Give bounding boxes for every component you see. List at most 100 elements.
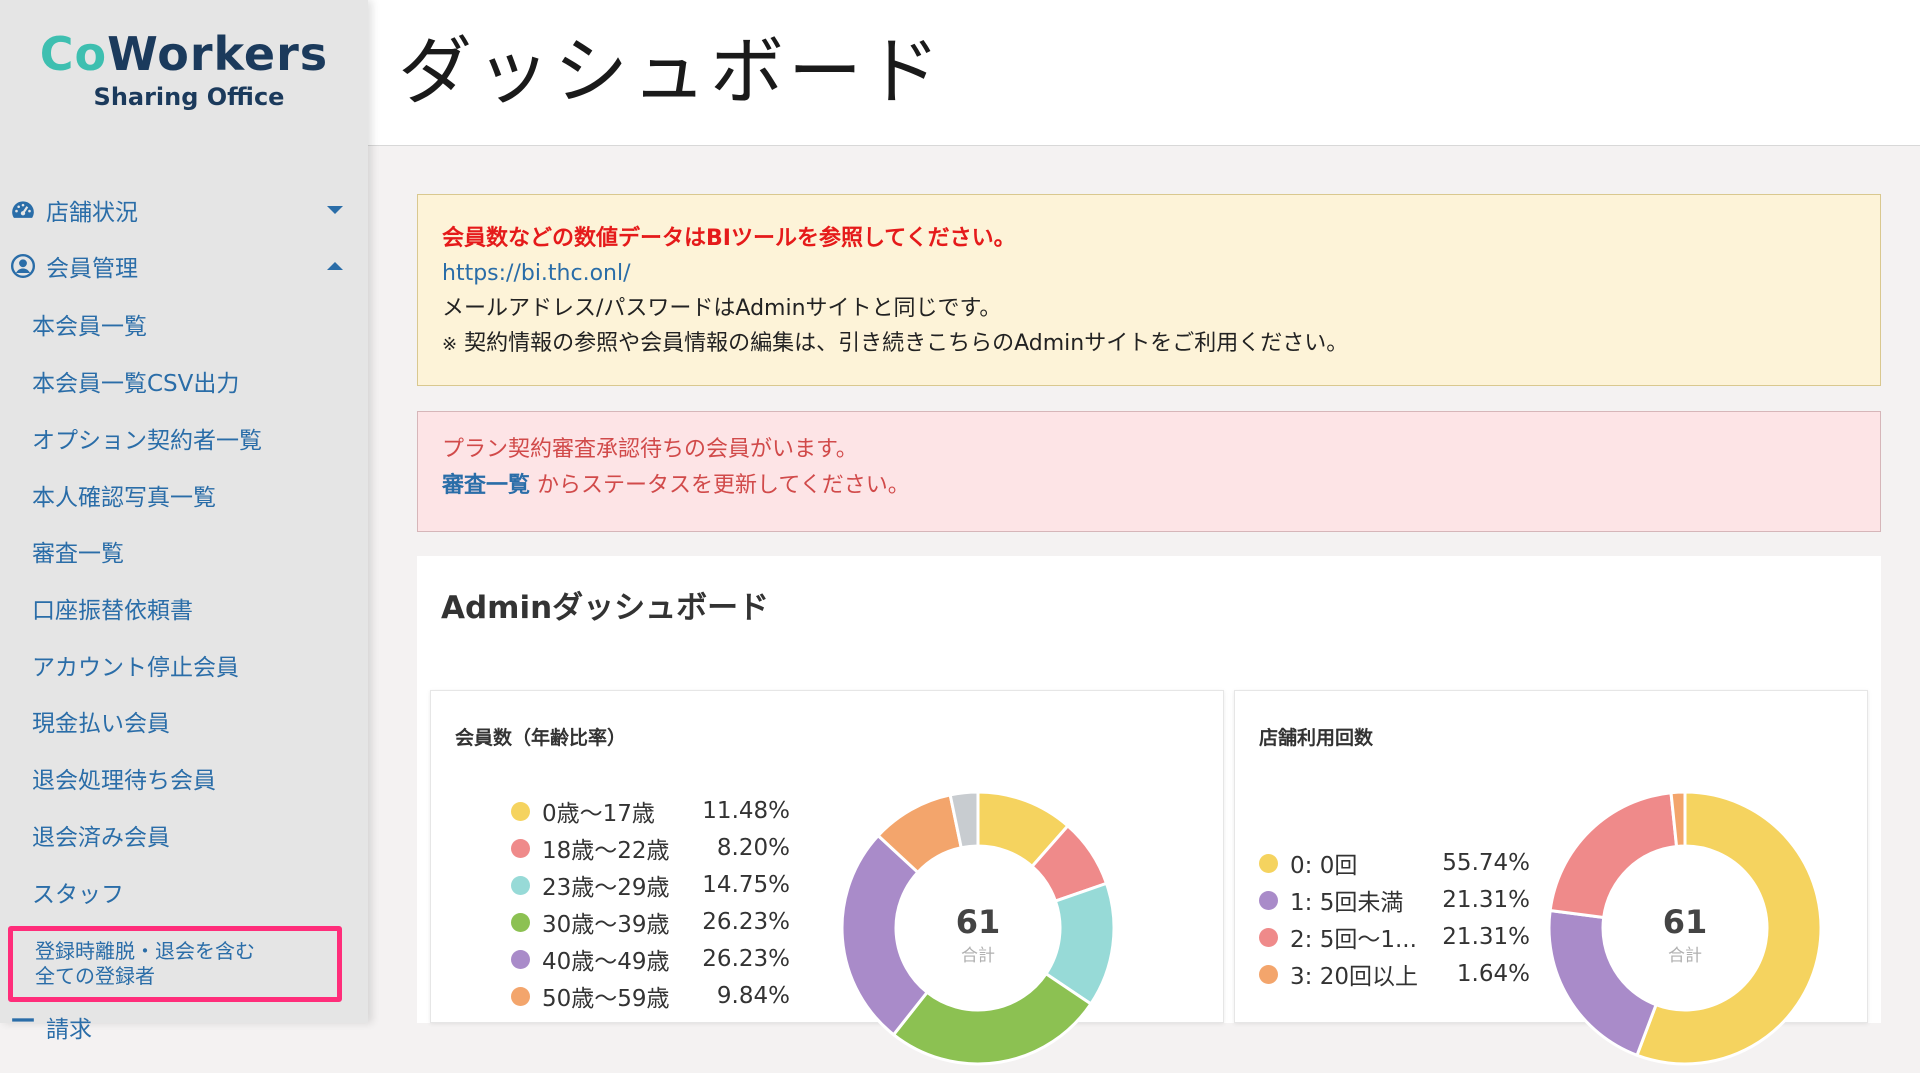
sidebar: CoWorkers Sharing Office 店舗状況 会員管理 本会員一覧… (0, 0, 368, 1043)
legend-item[interactable]: 18歳〜22歳 8.20% (511, 831, 790, 865)
sidebar-item-option-contracts[interactable]: オプション契約者一覧 (32, 416, 262, 460)
legend-percent: 1.64% (1456, 961, 1530, 987)
caret-up-icon (327, 262, 343, 270)
admin-dashboard-title: Adminダッシュボード (441, 590, 770, 626)
legend-item[interactable]: 2: 5回〜1... 21.31% (1259, 920, 1530, 954)
sidebar-item-label: 現金払い会員 (32, 711, 170, 737)
legend-swatch (511, 912, 530, 932)
legend-label: 30歳〜39歳 (542, 912, 670, 938)
legend-item[interactable]: 0歳〜17歳 11.48% (511, 794, 790, 828)
alert-line: 契約情報の参照や会員情報の編集は、引き続きこちらのAdminサイトをご利用くださ… (464, 331, 1349, 356)
user-circle-icon (10, 253, 36, 279)
legend-item[interactable]: 50歳〜59歳 9.84% (511, 979, 790, 1013)
legend-percent: 14.75% (702, 872, 790, 898)
legend-swatch (511, 801, 530, 821)
legend-label: 1: 5回未満 (1290, 890, 1404, 916)
donut-total-label: 合計 (1668, 946, 1702, 966)
gauge-icon (12, 201, 34, 218)
sidebar-item-label: 退会済み会員 (32, 825, 170, 851)
donut-total-label: 合計 (961, 946, 995, 966)
sidebar-item-id-photos[interactable]: 本人確認写真一覧 (32, 473, 216, 517)
sidebar-item-bank-transfer[interactable]: 口座振替依頼書 (32, 586, 193, 630)
legend-item[interactable]: 23歳〜29歳 14.75% (511, 868, 790, 902)
sidebar-item-label: スタッフ (32, 882, 124, 908)
legend-percent: 8.20% (716, 835, 790, 861)
note-mark: ※ (442, 334, 458, 355)
legend-label: 0: 0回 (1290, 853, 1358, 879)
alert-line: からステータスを更新してください。 (537, 473, 910, 498)
sidebar-item-label: 退会処理待ち会員 (32, 768, 216, 794)
card-title: 会員数（年齢比率） (455, 727, 627, 749)
legend-label: 50歳〜59歳 (542, 986, 670, 1012)
sidebar-item-label: 審査一覧 (32, 541, 124, 567)
sidebar-item-all-registrants[interactable]: 登録時離脱・退会を含む 全ての登録者 (8, 926, 342, 1002)
donut-total-value: 61 (1663, 903, 1708, 941)
sidebar-section-store-status[interactable]: 店舗状況 (0, 182, 368, 238)
review-pending-alert: プラン契約審査承認待ちの会員がいます。 審査一覧 からステータスを更新してくださ… (417, 411, 1881, 532)
sidebar-item-label-line2: 全ての登録者 (35, 964, 155, 988)
legend-item[interactable]: 1: 5回未満 21.31% (1259, 883, 1530, 917)
donut-total-value: 61 (956, 903, 1001, 941)
store-usage-card: 店舗利用回数 0: 0回 55.74% 1: 5回未満 21.31% 2: 5回… (1234, 690, 1868, 1066)
alert-headline: 会員数などの数値データはBIツールを参照してください。 (442, 226, 1016, 251)
legend-percent: 26.23% (702, 909, 790, 935)
sidebar-item-reviews[interactable]: 審査一覧 (32, 529, 124, 573)
legend-swatch (1259, 964, 1278, 984)
legend-percent: 55.74% (1442, 850, 1530, 876)
legend-item[interactable]: 30歳〜39歳 26.23% (511, 905, 790, 939)
admin-dashboard-panel: Adminダッシュボード 会員数（年齢比率） 0歳〜17歳 11.48% 18歳… (417, 556, 1881, 1066)
sidebar-item-suspended[interactable]: アカウント停止会員 (32, 643, 239, 687)
sidebar-section-label: 店舗状況 (46, 200, 138, 226)
alert-line: プラン契約審査承認待ちの会員がいます。 (442, 437, 858, 462)
legend-swatch (511, 986, 530, 1006)
sidebar-section-billing[interactable]: 請求 (10, 1010, 92, 1044)
legend-label: 0歳〜17歳 (542, 801, 655, 827)
sidebar-item-staff[interactable]: スタッフ (32, 870, 124, 914)
caret-down-icon (327, 206, 343, 214)
donut-slice[interactable] (1547, 908, 1658, 1058)
legend-label: 40歳〜49歳 (542, 949, 670, 975)
sidebar-item-withdrawn[interactable]: 退会済み会員 (32, 813, 170, 857)
sidebar-item-label: 口座振替依頼書 (32, 598, 193, 624)
sidebar-section-member-management[interactable]: 会員管理 (0, 238, 368, 294)
legend-percent: 21.31% (1442, 887, 1530, 913)
page-title: ダッシュボード (398, 29, 944, 115)
legend-label: 2: 5回〜1... (1290, 927, 1417, 953)
legend-label: 18歳〜22歳 (542, 838, 670, 864)
legend-label: 23歳〜29歳 (542, 875, 670, 901)
legend-swatch (511, 949, 530, 969)
legend-percent: 21.31% (1442, 924, 1530, 950)
legend-swatch (1259, 853, 1278, 873)
legend-item[interactable]: 0: 0回 55.74% (1259, 846, 1530, 880)
sidebar-section-label: 請求 (46, 1017, 92, 1043)
bi-notice-alert: 会員数などの数値データはBIツールを参照してください。 https://bi.t… (417, 194, 1881, 386)
review-list-link[interactable]: 審査一覧 (442, 473, 530, 498)
age-ratio-card: 会員数（年齢比率） 0歳〜17歳 11.48% 18歳〜22歳 8.20% 23… (430, 690, 1224, 1066)
card-title: 店舗利用回数 (1259, 727, 1374, 749)
sidebar-item-pending-withdrawal[interactable]: 退会処理待ち会員 (32, 756, 216, 800)
sidebar-item-label: 本会員一覧CSV出力 (32, 371, 240, 397)
sidebar-item-members[interactable]: 本会員一覧 (32, 302, 147, 346)
alert-line: メールアドレス/パスワードはAdminサイトと同じです。 (442, 296, 1002, 321)
legend-swatch (511, 838, 530, 858)
sidebar-item-members-csv[interactable]: 本会員一覧CSV出力 (32, 359, 239, 403)
brand-logo[interactable]: CoWorkers Sharing Office (0, 26, 368, 112)
legend-swatch (1259, 890, 1278, 910)
brand-co: Co (39, 27, 108, 81)
bi-link[interactable]: https://bi.thc.onl/ (442, 261, 631, 286)
sidebar-item-label: オプション契約者一覧 (32, 428, 262, 454)
sidebar-item-label: アカウント停止会員 (32, 655, 239, 681)
list-icon (12, 1018, 34, 1022)
sidebar-item-label-line1: 登録時離脱・退会を含む (35, 939, 255, 963)
legend-percent: 11.48% (702, 798, 790, 824)
legend-item[interactable]: 40歳〜49歳 26.23% (511, 942, 790, 976)
sidebar-item-label: 本会員一覧 (32, 314, 147, 340)
legend-percent: 26.23% (702, 946, 790, 972)
legend-swatch (1259, 927, 1278, 947)
donut-slice[interactable] (1548, 791, 1679, 920)
brand-workers: Workers (107, 27, 329, 81)
legend-percent: 9.84% (716, 983, 790, 1009)
sidebar-item-cash-payment[interactable]: 現金払い会員 (32, 699, 170, 743)
store-usage-donut-chart: 61 合計 (1547, 790, 1823, 1066)
legend-item[interactable]: 3: 20回以上 1.64% (1259, 957, 1530, 991)
